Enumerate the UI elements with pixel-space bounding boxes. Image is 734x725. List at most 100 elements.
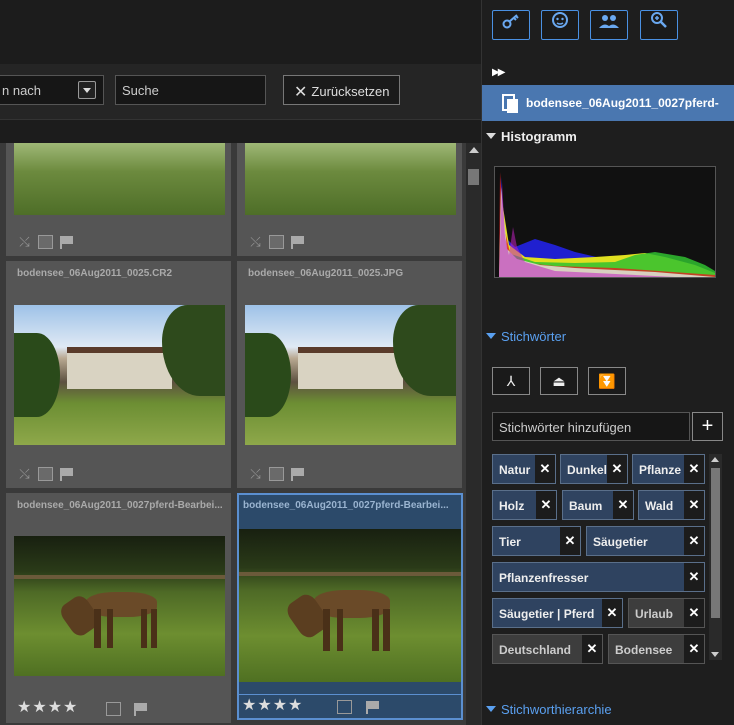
pick-checkbox-icon[interactable] [269,466,284,481]
histogram-graph [499,172,715,277]
remove-tag-icon[interactable]: ✕ [607,455,627,483]
keyword-input[interactable]: Stichwörter hinzufügen [492,412,690,441]
thumbnail-actions: ⤯ [248,465,311,481]
pick-checkbox-icon[interactable] [269,234,284,249]
thumbnail-photo[interactable] [245,305,456,445]
keywords-header[interactable]: Stichwörter [486,329,566,344]
keyword-hierarchy-label: Stichworthierarchie [501,702,612,717]
keyword-tag-label: Urlaub [635,607,674,621]
pick-checkbox-icon[interactable] [38,234,53,249]
keyword-tag-label: Tier [499,535,521,549]
keyword-tag[interactable]: Pflanzenfresser ✕ [492,562,705,592]
merge-icon: ⅄ [506,373,516,389]
thumbnail-photo[interactable] [14,536,225,676]
flag-icon[interactable] [365,700,380,714]
face-icon [552,12,568,28]
thumbnail-photo[interactable] [245,143,456,215]
rotate-icon[interactable]: ⤯ [17,466,32,481]
thumbnail-cell-selected[interactable]: bodensee_06Aug2011_0027pferd-Bearbei... … [237,493,463,720]
pick-checkbox-icon[interactable] [106,702,121,716]
keyword-tag-label: Natur [499,463,531,477]
rotate-icon[interactable]: ⤯ [17,234,32,249]
key-button[interactable] [492,10,530,40]
flag-icon[interactable] [59,235,74,249]
keyword-download-button[interactable]: ⏬ [588,367,626,395]
keyword-tag[interactable]: Bodensee ✕ [608,634,705,664]
scroll-up-icon[interactable] [711,457,719,462]
thumbnail-cell[interactable]: bodensee_06Aug2011_0025.JPG ⤯ [237,261,462,488]
keyword-hierarchy-header[interactable]: Stichworthierarchie [486,702,612,717]
remove-tag-icon[interactable]: ✕ [684,599,704,627]
rotate-icon[interactable]: ⤯ [248,234,263,249]
library-pane: n nach Suche ✕ Zurücksetzen ⤯ ⤯ bodensee_… [0,0,481,725]
scrollbar-thumb[interactable] [711,468,720,618]
flag-icon[interactable] [290,235,305,249]
expand-icon[interactable]: ▶▶ [492,67,505,78]
keyword-upload-button[interactable]: ⏏ [540,367,578,395]
people-button[interactable] [590,10,628,40]
zoom-button[interactable] [640,10,678,40]
reset-button[interactable]: ✕ Zurücksetzen [283,75,400,105]
grid-scrollbar[interactable] [466,143,481,725]
scroll-down-icon[interactable] [711,652,719,657]
remove-tag-icon[interactable]: ✕ [560,527,580,555]
thumbnail-cell[interactable]: ⤯ [237,143,462,256]
rotate-icon[interactable]: ⤯ [248,466,263,481]
keyword-tag[interactable]: Natur ✕ [492,454,556,484]
thumbnail-cell[interactable]: ⤯ [6,143,231,256]
histogram-header[interactable]: Histogramm [486,129,577,144]
keyword-tag[interactable]: Pflanze ✕ [632,454,705,484]
pick-checkbox-icon[interactable] [337,700,352,714]
keyword-tag[interactable]: Säugetier ✕ [586,526,705,556]
thumbnail-cell[interactable]: bodensee_06Aug2011_0025.CR2 ⤯ [6,261,231,488]
download-icon: ⏬ [598,373,616,389]
collapse-icon [486,333,496,339]
scroll-up-icon[interactable] [469,147,479,153]
thumbnail-photo[interactable] [14,143,225,215]
keyword-tag[interactable]: Holz ✕ [492,490,557,520]
keyword-tag[interactable]: Tier ✕ [492,526,581,556]
keyword-tag[interactable]: Deutschland ✕ [492,634,603,664]
chevron-down-icon[interactable] [78,81,96,99]
keyword-tag[interactable]: Säugetier | Pferd ✕ [492,598,623,628]
remove-tag-icon[interactable]: ✕ [535,455,555,483]
file-icon [502,94,518,113]
remove-tag-icon[interactable]: ✕ [684,491,704,519]
pick-checkbox-icon[interactable] [38,466,53,481]
remove-tag-icon[interactable]: ✕ [582,635,602,663]
scrollbar-thumb[interactable] [468,169,479,185]
keyword-tag[interactable]: Baum ✕ [562,490,634,520]
thumbnail-cell[interactable]: bodensee_06Aug2011_0027pferd-Bearbei... … [6,493,231,723]
keyword-tag-label: Säugetier [593,535,648,549]
thumbnail-photo[interactable] [239,529,461,682]
flag-icon[interactable] [133,702,148,716]
remove-tag-icon[interactable]: ✕ [684,563,704,591]
add-keyword-button[interactable]: + [692,412,723,441]
thumbnail-actions: ⤯ [17,465,80,481]
sort-select[interactable]: n nach [0,75,104,105]
keywords-label: Stichwörter [501,329,567,344]
keyword-tag-label: Dunkel [567,463,608,477]
remove-tag-icon[interactable]: ✕ [602,599,622,627]
keyword-tag[interactable]: Wald ✕ [638,490,705,520]
thumbnail-actions: ⤯ [248,233,311,249]
keyword-tag[interactable]: Urlaub ✕ [628,598,705,628]
remove-tag-icon[interactable]: ✕ [613,491,633,519]
face-button[interactable] [541,10,579,40]
keyword-tag[interactable]: Dunkel ✕ [560,454,628,484]
remove-tag-icon[interactable]: ✕ [684,455,704,483]
selected-file-row[interactable]: bodensee_06Aug2011_0027pferd- [482,85,734,121]
remove-tag-icon[interactable]: ✕ [684,527,704,555]
search-input[interactable]: Suche [115,75,266,105]
star-rating[interactable]: ★★★★ [242,695,303,715]
flag-icon[interactable] [59,467,74,481]
keyword-merge-button[interactable]: ⅄ [492,367,530,395]
collapse-icon [486,706,496,712]
remove-tag-icon[interactable]: ✕ [536,491,556,519]
thumbnail-photo[interactable] [14,305,225,445]
flag-icon[interactable] [290,467,305,481]
remove-tag-icon[interactable]: ✕ [684,635,704,663]
keyword-scrollbar[interactable] [709,454,722,660]
star-rating[interactable]: ★★★★ [17,697,78,717]
thumbnail-actions: ⤯ [17,233,80,249]
